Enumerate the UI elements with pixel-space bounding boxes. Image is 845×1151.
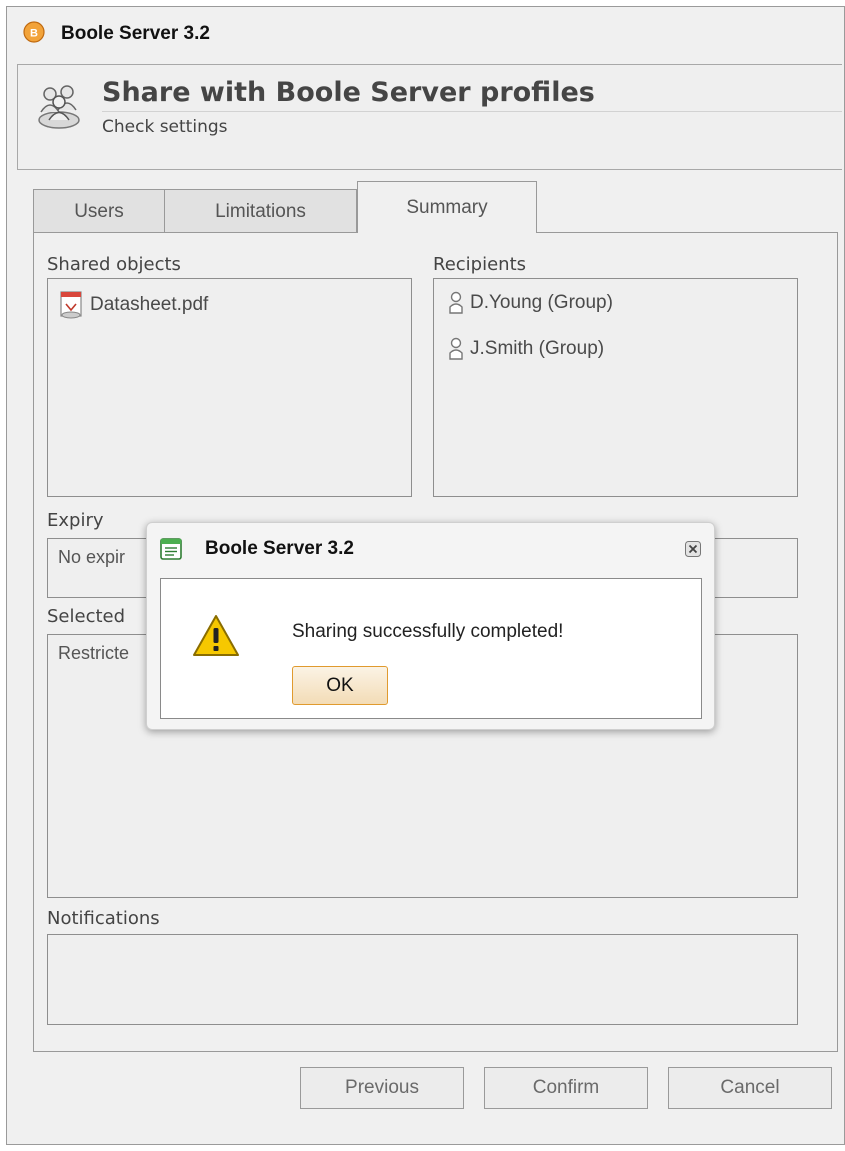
list-item[interactable]: J.Smith (Group) <box>448 337 604 361</box>
tab-limitations-label: Limitations <box>215 200 306 222</box>
notifications-label: Notifications <box>47 908 160 929</box>
header-divider <box>102 111 842 112</box>
group-user-icon <box>449 337 463 360</box>
pdf-file-icon <box>60 291 82 319</box>
boole-app-icon: B <box>23 21 45 43</box>
wizard-subtitle: Check settings <box>102 117 228 137</box>
previous-button[interactable]: Previous <box>300 1067 464 1109</box>
recipients-label: Recipients <box>433 254 527 275</box>
close-icon[interactable] <box>685 541 701 557</box>
recipient-name: J.Smith (Group) <box>470 338 605 359</box>
message-dialog: Boole Server 3.2 Sharing successfully co… <box>146 522 715 730</box>
confirm-button[interactable]: Confirm <box>484 1067 648 1109</box>
recipient-name: D.Young (Group) <box>470 292 613 313</box>
notifications-box <box>47 934 798 1025</box>
shared-objects-list[interactable]: Datasheet.pdf <box>47 278 412 497</box>
recipients-list[interactable]: D.Young (Group) J.Smith (Group) <box>433 278 798 497</box>
window-title: Boole Server 3.2 <box>61 23 210 44</box>
shared-object-name: Datasheet.pdf <box>90 294 209 315</box>
wizard-header: Share with Boole Server profiles Check s… <box>17 64 842 170</box>
ok-button[interactable]: OK <box>292 666 388 705</box>
tab-users-label: Users <box>74 200 124 222</box>
tab-users[interactable]: Users <box>33 189 165 233</box>
selected-value: Restricte <box>58 643 130 663</box>
svg-text:B: B <box>30 28 38 40</box>
expiry-label: Expiry <box>47 510 104 531</box>
users-share-icon <box>38 85 80 129</box>
tab-summary-label: Summary <box>406 196 488 218</box>
tab-summary[interactable]: Summary <box>357 181 537 233</box>
dialog-app-icon <box>160 538 182 560</box>
dialog-body: Sharing successfully completed! OK <box>160 578 702 719</box>
list-item[interactable]: Datasheet.pdf <box>58 291 208 319</box>
list-item[interactable]: D.Young (Group) <box>448 291 613 315</box>
wizard-title: Share with Boole Server profiles <box>102 77 595 108</box>
warning-icon <box>193 615 239 656</box>
cancel-button[interactable]: Cancel <box>668 1067 832 1109</box>
shared-objects-label: Shared objects <box>47 254 181 275</box>
dialog-message: Sharing successfully completed! <box>292 621 564 642</box>
tab-limitations[interactable]: Limitations <box>164 189 357 233</box>
dialog-title: Boole Server 3.2 <box>205 538 354 559</box>
expiry-value: No expir <box>58 547 126 567</box>
selected-label: Selected <box>47 606 126 627</box>
title-bar: B Boole Server 3.2 <box>7 7 844 59</box>
group-user-icon <box>449 291 463 314</box>
